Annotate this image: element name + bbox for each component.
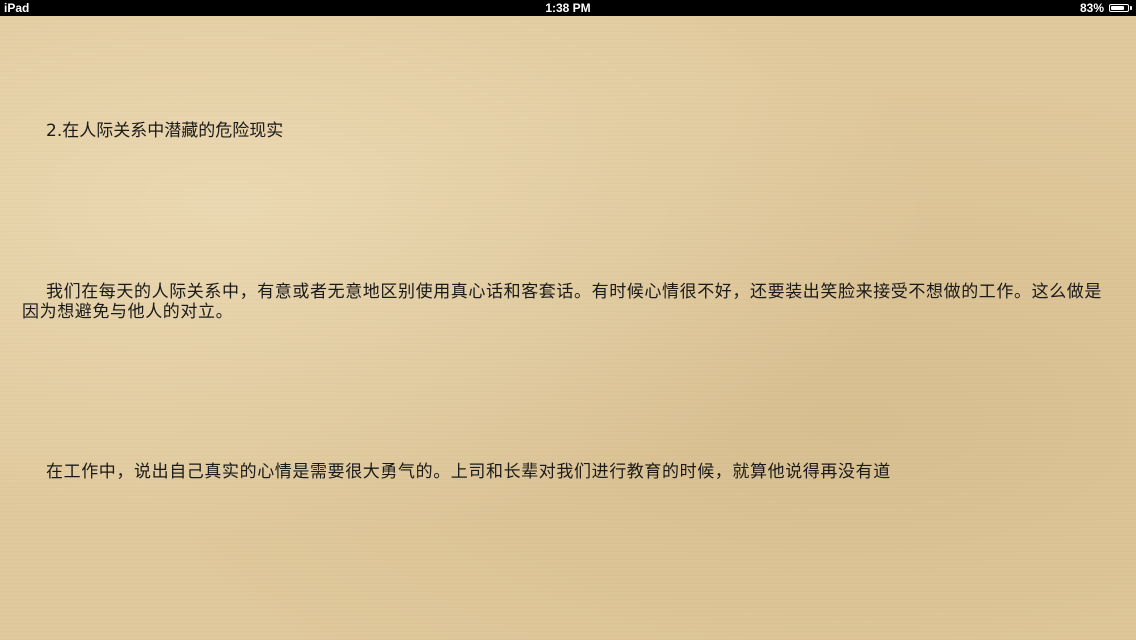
battery-level-fill [1111, 6, 1125, 10]
status-time: 1:38 PM [545, 1, 591, 15]
battery-tip [1130, 6, 1132, 10]
book-page[interactable]: 2.在人际关系中潜藏的危险现实 我们在每天的人际关系中，有意或者无意地区别使用真… [0, 16, 1136, 640]
paragraph-2: 在工作中，说出自己真实的心情是需要很大勇气的。上司和长辈对我们进行教育的时候，就… [46, 462, 891, 482]
battery-icon [1109, 4, 1132, 12]
section-heading: 2.在人际关系中潜藏的危险现实 [46, 121, 284, 141]
paragraph-1: 我们在每天的人际关系中，有意或者无意地区别使用真心话和客套话。有时候心情很不好，… [22, 282, 1102, 322]
status-bar: iPad 1:38 PM 83% [0, 0, 1136, 16]
ipad-screen: iPad 1:38 PM 83% 2.在人际关系中潜藏的危险现实 我们在每天的人… [0, 0, 1136, 640]
battery-percent: 83% [1079, 1, 1104, 15]
battery-status: 83% [1080, 0, 1132, 16]
